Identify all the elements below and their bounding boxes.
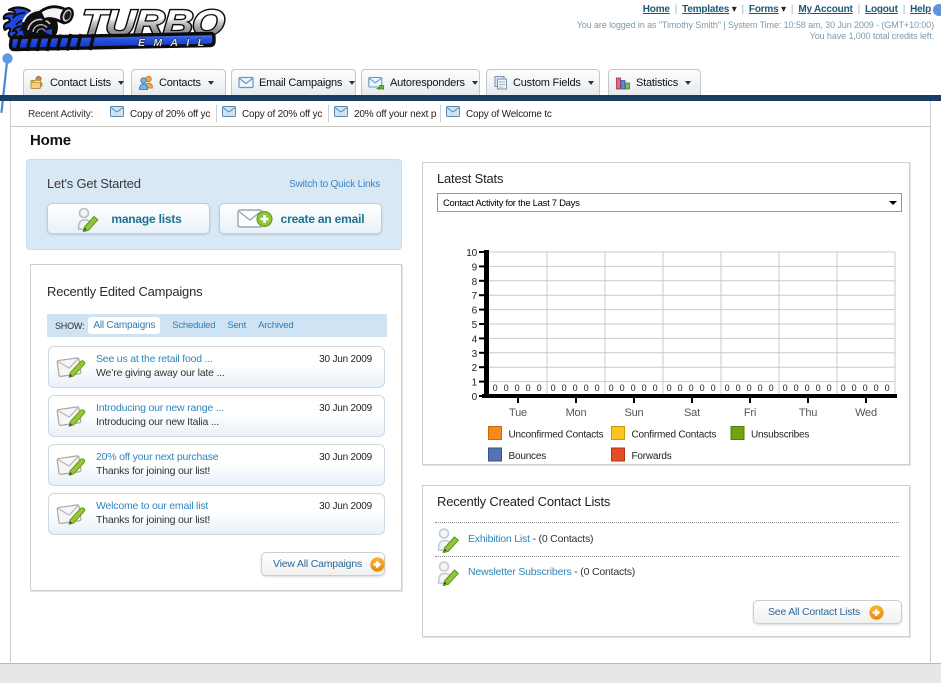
svg-text:3: 3	[472, 349, 478, 360]
svg-text:0: 0	[700, 383, 705, 393]
svg-text:6: 6	[472, 306, 478, 317]
svg-text:Wed: Wed	[855, 407, 877, 419]
svg-text:0: 0	[711, 383, 716, 393]
svg-text:0: 0	[526, 383, 531, 393]
svg-text:0: 0	[863, 383, 868, 393]
svg-text:Forwards: Forwards	[632, 451, 672, 462]
svg-text:5: 5	[472, 320, 478, 331]
svg-text:0: 0	[783, 383, 788, 393]
svg-text:Bounces: Bounces	[509, 451, 547, 462]
svg-text:0: 0	[642, 383, 647, 393]
svg-text:4: 4	[472, 334, 478, 345]
svg-text:0: 0	[769, 383, 774, 393]
svg-text:0: 0	[562, 383, 567, 393]
svg-text:Fri: Fri	[744, 407, 756, 419]
svg-text:0: 0	[537, 383, 542, 393]
svg-text:9: 9	[472, 262, 478, 273]
svg-text:0: 0	[736, 383, 741, 393]
svg-text:7: 7	[472, 291, 478, 302]
svg-text:0: 0	[758, 383, 763, 393]
svg-text:Sun: Sun	[625, 407, 644, 419]
svg-text:0: 0	[609, 383, 614, 393]
svg-text:0: 0	[595, 383, 600, 393]
svg-text:0: 0	[678, 383, 683, 393]
svg-text:0: 0	[885, 383, 890, 393]
svg-text:Thu: Thu	[799, 407, 817, 419]
svg-text:0: 0	[725, 383, 730, 393]
svg-text:0: 0	[504, 383, 509, 393]
svg-text:10: 10	[466, 248, 477, 259]
svg-text:0: 0	[667, 383, 672, 393]
svg-text:0: 0	[805, 383, 810, 393]
svg-text:0: 0	[620, 383, 625, 393]
svg-text:Tue: Tue	[509, 407, 527, 419]
svg-text:Mon: Mon	[566, 407, 587, 419]
svg-text:0: 0	[551, 383, 556, 393]
svg-text:2: 2	[472, 363, 478, 374]
svg-text:Unsubscribes: Unsubscribes	[751, 430, 809, 441]
svg-text:0: 0	[631, 383, 636, 393]
svg-text:0: 0	[827, 383, 832, 393]
svg-text:0: 0	[653, 383, 658, 393]
svg-text:Confirmed Contacts: Confirmed Contacts	[632, 430, 717, 441]
svg-text:0: 0	[472, 392, 478, 403]
svg-text:0: 0	[852, 383, 857, 393]
svg-text:EMAIL: EMAIL	[138, 37, 210, 49]
svg-text:0: 0	[493, 383, 498, 393]
svg-text:8: 8	[472, 277, 478, 288]
svg-text:0: 0	[794, 383, 799, 393]
svg-text:0: 0	[515, 383, 520, 393]
svg-text:Unconfirmed Contacts: Unconfirmed Contacts	[509, 430, 604, 441]
svg-text:0: 0	[747, 383, 752, 393]
svg-text:0: 0	[816, 383, 821, 393]
svg-text:0: 0	[573, 383, 578, 393]
svg-text:0: 0	[874, 383, 879, 393]
svg-text:0: 0	[841, 383, 846, 393]
svg-text:Sat: Sat	[684, 407, 700, 419]
svg-text:0: 0	[689, 383, 694, 393]
svg-text:1: 1	[472, 378, 478, 389]
svg-text:0: 0	[584, 383, 589, 393]
